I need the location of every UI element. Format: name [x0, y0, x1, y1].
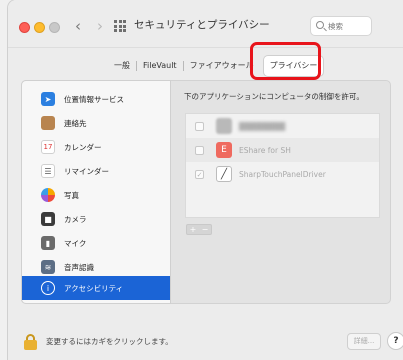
app-name: ████████	[239, 121, 286, 131]
contacts-book-icon	[41, 116, 55, 130]
accessibility-icon: i	[41, 281, 55, 295]
tab-filevault[interactable]: FileVault	[137, 56, 183, 76]
speech-waveform-icon: ≋	[41, 260, 55, 274]
advanced-button[interactable]: 詳細...	[347, 333, 381, 350]
blurred-app-icon	[216, 118, 232, 134]
eshare-app-icon: E	[216, 142, 232, 158]
add-app-button[interactable]: +	[187, 225, 199, 234]
app-checkbox-checked[interactable]: ✓	[195, 169, 204, 179]
sidebar-item-location-services[interactable]: ➤ 位置情報サービス	[22, 87, 170, 111]
tab-general[interactable]: 一般	[108, 56, 136, 76]
list-item[interactable]: ████████	[186, 114, 379, 138]
lock-instruction-text: 変更するにはカギをクリックします。	[46, 337, 173, 346]
help-button[interactable]: ?	[387, 332, 403, 350]
sidebar-item-label: アクセシビリティ	[64, 283, 124, 293]
app-checkbox[interactable]	[195, 121, 204, 131]
location-arrow-icon: ➤	[41, 92, 55, 106]
search-field[interactable]	[310, 16, 372, 36]
calendar-icon: 17	[41, 140, 55, 154]
sharp-touch-icon: ╱	[216, 166, 232, 182]
microphone-icon: ▮	[41, 236, 55, 250]
sidebar-item-label: リマインダー	[64, 166, 109, 176]
list-item[interactable]: E EShare for SH	[186, 138, 379, 162]
zoom-window-button[interactable]	[49, 22, 60, 33]
app-name: EShare for SH	[239, 145, 291, 155]
reminders-list-icon: ☰	[41, 164, 55, 178]
sidebar-item-label: カメラ	[64, 214, 87, 224]
sidebar-item-label: カレンダー	[64, 142, 102, 152]
minimize-window-button[interactable]	[34, 22, 45, 33]
sidebar-item-label: マイク	[64, 238, 87, 248]
sidebar-item-contacts[interactable]: 連絡先	[22, 111, 170, 135]
tab-firewall[interactable]: ファイアウォール	[184, 56, 260, 76]
preferences-window: ‹ › セキュリティとプライバシー 一般 FileVault ファイアウォール …	[8, 0, 403, 360]
search-input[interactable]	[328, 19, 370, 33]
sidebar-item-microphone[interactable]: ▮ マイク	[22, 231, 170, 255]
sidebar-item-camera[interactable]: ■ カメラ	[22, 207, 170, 231]
camera-icon: ■	[41, 212, 55, 226]
privacy-category-sidebar: ➤ 位置情報サービス 連絡先 17 カレンダー ☰ リマインダー 写真 ■ カメ…	[21, 80, 171, 304]
close-window-button[interactable]	[19, 22, 30, 33]
sidebar-item-calendar[interactable]: 17 カレンダー	[22, 135, 170, 159]
back-arrow-icon[interactable]: ‹	[70, 15, 86, 37]
remove-app-button[interactable]: −	[199, 225, 211, 234]
list-item[interactable]: ✓ ╱ SharpTouchPanelDriver	[186, 162, 379, 186]
show-all-grid-icon[interactable]	[114, 20, 126, 32]
sidebar-item-label: 写真	[64, 190, 79, 200]
sidebar-item-reminders[interactable]: ☰ リマインダー	[22, 159, 170, 183]
app-name: SharpTouchPanelDriver	[239, 169, 326, 179]
lock-icon[interactable]	[24, 334, 37, 350]
window-title: セキュリティとプライバシー	[134, 19, 270, 31]
add-remove-buttons: + −	[186, 224, 212, 235]
content-heading: 下のアプリケーションにコンピュータの制御を許可。	[184, 92, 364, 101]
magnifier-icon	[316, 21, 324, 29]
sidebar-item-accessibility[interactable]: i アクセシビリティ	[22, 276, 170, 300]
privacy-tab-highlight-annotation	[250, 42, 321, 80]
photos-flower-icon	[41, 188, 55, 202]
allowed-apps-list[interactable]: ████████ E EShare for SH ✓ ╱ SharpTouchP…	[185, 113, 380, 218]
title-bar: ‹ › セキュリティとプライバシー	[8, 0, 403, 48]
app-checkbox[interactable]	[195, 145, 204, 155]
sidebar-item-label: 連絡先	[64, 118, 87, 128]
sidebar-item-photos[interactable]: 写真	[22, 183, 170, 207]
forward-arrow-icon[interactable]: ›	[92, 15, 108, 37]
sidebar-item-label: 音声認識	[64, 262, 94, 272]
sidebar-item-label: 位置情報サービス	[64, 94, 124, 104]
